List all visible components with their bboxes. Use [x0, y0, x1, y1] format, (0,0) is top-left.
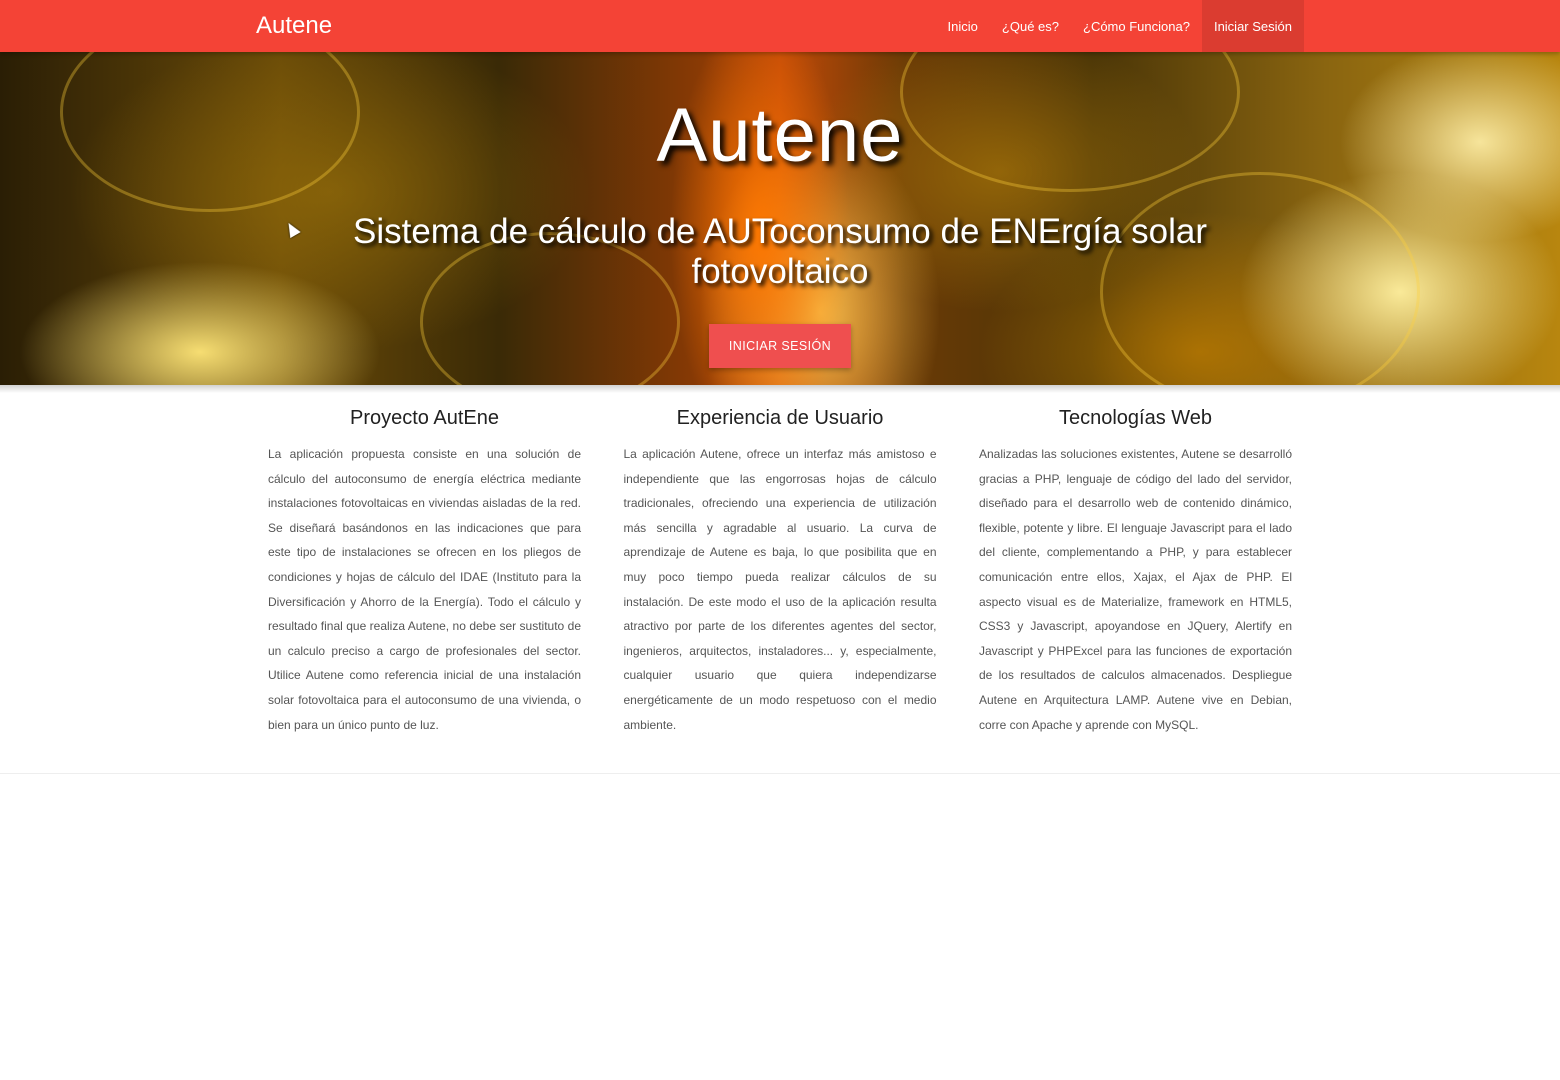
feature-heading: Proyecto AutEne	[350, 407, 499, 429]
nav-link-inicio[interactable]: Inicio	[936, 0, 990, 52]
login-button[interactable]: Iniciar Sesión	[709, 324, 851, 368]
feature-experiencia: Experiencia de Usuario La aplicación Aut…	[624, 400, 937, 737]
feature-text: La aplicación Autene, ofrece un interfaz…	[623, 447, 937, 732]
hero-banner: Autene Sistema de cálculo de AUToconsumo…	[0, 52, 1560, 385]
nav-link-que-es[interactable]: ¿Qué es?	[990, 0, 1071, 52]
hero-title: Autene	[656, 93, 904, 178]
section-divider	[0, 773, 1560, 774]
hero-shadow	[0, 385, 1560, 393]
nav-link-como-funciona[interactable]: ¿Cómo Funciona?	[1071, 0, 1202, 52]
nav-links: Inicio ¿Qué es? ¿Cómo Funciona? Iniciar …	[936, 0, 1304, 52]
feature-heading: Experiencia de Usuario	[676, 407, 884, 429]
feature-text: La aplicación propuesta consiste en una …	[268, 447, 581, 732]
feature-proyecto: Proyecto AutEne La aplicación propuesta …	[268, 400, 581, 737]
hero-subtitle: Sistema de cálculo de AUToconsumo de ENE…	[352, 212, 1208, 291]
navbar: Autene Inicio ¿Qué es? ¿Cómo Funciona? I…	[0, 0, 1560, 52]
brand-logo[interactable]: Autene	[256, 0, 332, 52]
nav-link-iniciar-sesion[interactable]: Iniciar Sesión	[1201, 0, 1304, 52]
feature-tecnologias: Tecnologías Web Analizadas las solucione…	[979, 400, 1292, 737]
features-section: Proyecto AutEne La aplicación propuesta …	[268, 400, 1292, 737]
feature-heading: Tecnologías Web	[1058, 407, 1213, 429]
feature-text: Analizadas las soluciones existentes, Au…	[979, 447, 1292, 732]
